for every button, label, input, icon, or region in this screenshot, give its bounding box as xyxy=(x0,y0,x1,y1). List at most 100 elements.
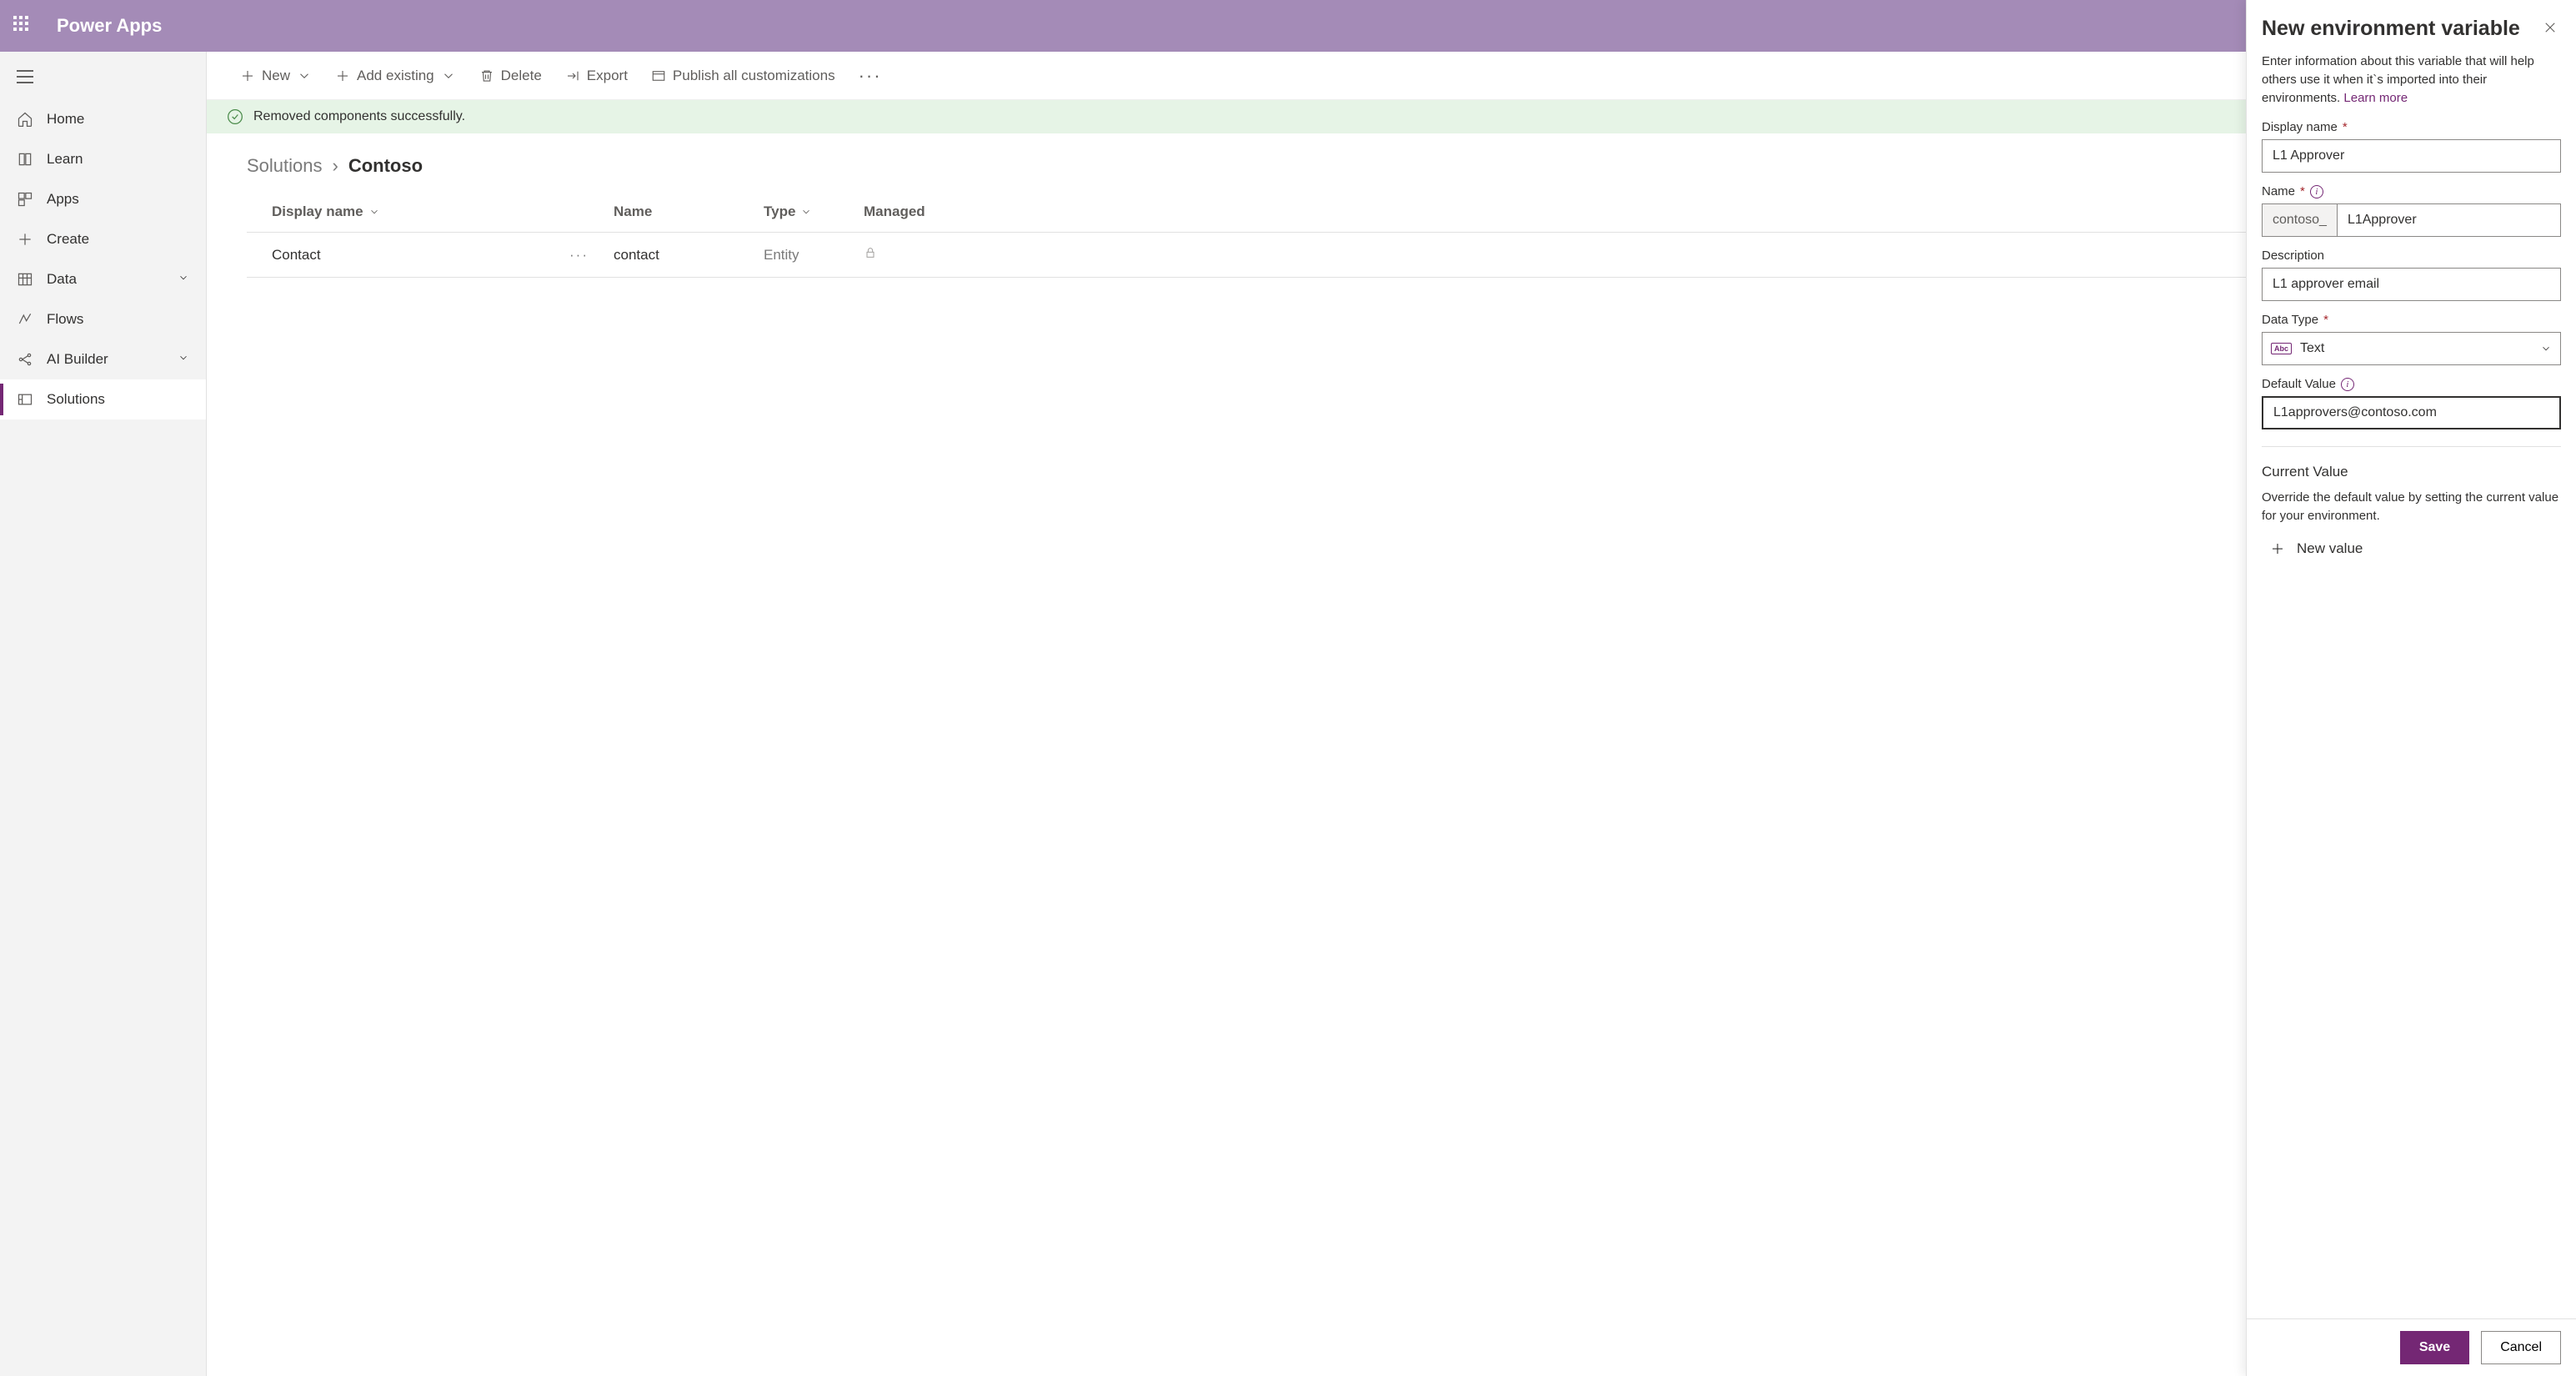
add-existing-button[interactable]: Add existing xyxy=(335,68,456,84)
plus-icon xyxy=(335,68,350,83)
name-input[interactable] xyxy=(2337,203,2561,237)
chevron-down-icon xyxy=(368,206,380,218)
toolbar-label: Add existing xyxy=(357,68,434,84)
left-navigation: Home Learn Apps Create Data Flows AI Bui… xyxy=(0,52,207,1376)
panel-footer: Save Cancel xyxy=(2247,1318,2576,1376)
main-content: New Add existing Delete Export Publish a… xyxy=(207,52,2576,1376)
plus-icon xyxy=(2270,541,2285,556)
row-display-name: Contact xyxy=(272,247,321,264)
data-type-value: Text xyxy=(2300,341,2324,356)
table-row[interactable]: Contact ··· contact Entity xyxy=(247,233,2536,278)
book-icon xyxy=(17,151,33,168)
sidebar-item-data[interactable]: Data xyxy=(0,259,206,299)
new-value-button[interactable]: New value xyxy=(2262,525,2561,572)
breadcrumb: Solutions › Contoso xyxy=(207,133,2576,192)
breadcrumb-root[interactable]: Solutions xyxy=(247,155,323,177)
divider xyxy=(2262,446,2561,447)
data-type-label: Data Type* xyxy=(2262,313,2561,327)
new-value-label: New value xyxy=(2297,540,2363,557)
lock-icon xyxy=(864,246,877,259)
sidebar-item-label: Home xyxy=(47,111,84,128)
sidebar-item-label: Flows xyxy=(47,311,83,328)
chevron-down-icon xyxy=(297,68,312,83)
description-input[interactable] xyxy=(2262,268,2561,301)
publish-icon xyxy=(651,68,666,83)
save-button[interactable]: Save xyxy=(2400,1331,2469,1364)
check-circle-icon xyxy=(227,108,243,125)
sidebar-item-label: AI Builder xyxy=(47,351,108,368)
global-header: Power Apps Environ Conto xyxy=(0,0,2576,52)
new-env-variable-panel: New environment variable Enter informati… xyxy=(2246,0,2576,1376)
chevron-down-icon xyxy=(2540,343,2552,354)
export-icon xyxy=(565,68,580,83)
data-type-select[interactable]: Abc Text xyxy=(2262,332,2561,365)
description-label: Description xyxy=(2262,249,2561,263)
current-value-description: Override the default value by setting th… xyxy=(2262,489,2561,525)
publish-button[interactable]: Publish all customizations xyxy=(651,68,835,84)
apps-icon xyxy=(17,191,33,208)
row-managed xyxy=(864,246,964,264)
success-notification: Removed components successfully. xyxy=(207,100,2576,133)
row-more-actions[interactable]: ··· xyxy=(569,247,589,264)
learn-more-link[interactable]: Learn more xyxy=(2343,91,2408,105)
new-button[interactable]: New xyxy=(240,68,312,84)
column-name[interactable]: Name xyxy=(614,203,764,220)
row-name: contact xyxy=(614,247,764,264)
sidebar-item-home[interactable]: Home xyxy=(0,99,206,139)
cancel-button[interactable]: Cancel xyxy=(2481,1331,2561,1364)
sidebar-item-apps[interactable]: Apps xyxy=(0,179,206,219)
solution-components-table: Display name Name Type Managed Contact ·… xyxy=(207,192,2576,278)
close-button[interactable] xyxy=(2539,17,2561,43)
table-header: Display name Name Type Managed xyxy=(247,192,2536,233)
sidebar-item-label: Create xyxy=(47,231,89,248)
name-label: Name* i xyxy=(2262,184,2561,198)
sidebar-item-label: Learn xyxy=(47,151,83,168)
current-value-heading: Current Value xyxy=(2262,464,2561,480)
toolbar-overflow[interactable]: ··· xyxy=(859,65,882,87)
app-title: Power Apps xyxy=(57,15,162,37)
sidebar-item-ai-builder[interactable]: AI Builder xyxy=(0,339,206,379)
sidebar-item-create[interactable]: Create xyxy=(0,219,206,259)
chevron-down-icon xyxy=(178,351,189,368)
default-value-input[interactable] xyxy=(2262,396,2561,429)
chevron-down-icon xyxy=(800,206,812,218)
toolbar-label: New xyxy=(262,68,290,84)
command-bar: New Add existing Delete Export Publish a… xyxy=(207,52,2576,100)
sidebar-item-label: Solutions xyxy=(47,391,105,408)
table-icon xyxy=(17,271,33,288)
info-icon[interactable]: i xyxy=(2310,185,2323,198)
export-button[interactable]: Export xyxy=(565,68,628,84)
name-prefix: contoso_ xyxy=(2262,203,2337,237)
panel-title: New environment variable xyxy=(2262,17,2520,41)
column-managed[interactable]: Managed xyxy=(864,203,964,220)
column-type[interactable]: Type xyxy=(764,203,864,220)
sidebar-item-solutions[interactable]: Solutions xyxy=(0,379,206,419)
sidebar-item-learn[interactable]: Learn xyxy=(0,139,206,179)
breadcrumb-current: Contoso xyxy=(348,155,423,177)
home-icon xyxy=(17,111,33,128)
chevron-down-icon xyxy=(441,68,456,83)
display-name-label: Display name* xyxy=(2262,120,2561,134)
ai-icon xyxy=(17,351,33,368)
flow-icon xyxy=(17,311,33,328)
plus-icon xyxy=(240,68,255,83)
info-icon[interactable]: i xyxy=(2341,378,2354,391)
chevron-down-icon xyxy=(178,271,189,288)
trash-icon xyxy=(479,68,494,83)
plus-icon xyxy=(17,231,33,248)
display-name-input[interactable] xyxy=(2262,139,2561,173)
delete-button[interactable]: Delete xyxy=(479,68,542,84)
sidebar-item-label: Apps xyxy=(47,191,79,208)
panel-description: Enter information about this variable th… xyxy=(2262,53,2561,107)
hamburger-toggle[interactable] xyxy=(0,58,206,99)
column-display-name[interactable]: Display name xyxy=(272,203,614,220)
close-icon xyxy=(2543,20,2558,35)
text-type-icon: Abc xyxy=(2271,343,2292,354)
notification-message: Removed components successfully. xyxy=(253,109,465,124)
chevron-right-icon: › xyxy=(333,155,338,177)
sidebar-item-flows[interactable]: Flows xyxy=(0,299,206,339)
sidebar-item-label: Data xyxy=(47,271,77,288)
default-value-label: Default Value i xyxy=(2262,377,2561,391)
toolbar-label: Export xyxy=(587,68,628,84)
app-launcher-icon[interactable] xyxy=(13,16,33,36)
